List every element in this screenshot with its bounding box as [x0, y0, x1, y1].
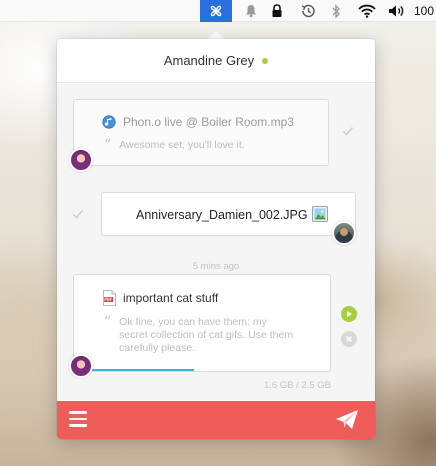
time-machine-icon[interactable] [298, 0, 318, 22]
message-note: “ Ok fine, you can have them: my secret … [104, 314, 294, 355]
play-icon [347, 311, 352, 317]
online-status-dot [262, 57, 269, 64]
transfer-size-label: 1.6 GB / 2.5 GB [263, 380, 331, 391]
message-note: “ Awesome set, you'll love it. [104, 137, 245, 153]
paper-plane-icon[interactable] [335, 409, 359, 431]
file-message-card[interactable]: Anniversary_Damien_002.JPG [101, 192, 356, 236]
chat-popover: Amandine Grey Phon.o live @ Boiler Room.… [57, 39, 375, 439]
pdf-file-icon [103, 290, 116, 306]
file-row: Anniversary_Damien_002.JPG [136, 208, 308, 222]
sender-avatar[interactable] [69, 148, 93, 172]
file-message-card[interactable]: important cat stuff “ Ok fine, you can h… [73, 274, 331, 372]
delivered-check-icon [342, 126, 354, 136]
message-text-line: Ok fine, you can have them: my [119, 316, 267, 328]
volume-icon[interactable] [386, 0, 408, 22]
lock-icon[interactable] [268, 0, 286, 22]
message-text-line: carefully please. [119, 342, 196, 354]
quote-icon: “ [104, 137, 112, 153]
message-text: Awesome set, you'll love it. [119, 139, 245, 151]
bell-icon[interactable] [242, 0, 260, 22]
contact-name[interactable]: Amandine Grey [164, 53, 254, 68]
message-timestamp: 5 mins ago [192, 261, 240, 272]
delivered-check-icon [72, 209, 84, 219]
popover-footer [57, 401, 375, 439]
audio-file-icon [102, 115, 116, 129]
quote-icon: “ [104, 314, 112, 330]
transfer-progress-bar [81, 369, 331, 371]
transfer-progress-fill [81, 369, 194, 371]
sender-avatar[interactable] [69, 354, 93, 378]
propeller-icon[interactable] [200, 0, 232, 22]
bluetooth-icon[interactable] [328, 0, 344, 22]
close-icon [345, 335, 353, 343]
message-text-line: secret collection of cat gifs. Use them [119, 329, 294, 341]
resume-transfer-button[interactable] [341, 306, 357, 322]
battery-percentage[interactable]: 100 [414, 0, 436, 22]
file-name[interactable]: important cat stuff [123, 291, 218, 305]
image-file-icon [312, 206, 328, 222]
file-name[interactable]: Anniversary_Damien_002.JPG [136, 208, 308, 222]
cancel-transfer-button[interactable] [341, 331, 357, 347]
file-message-card[interactable]: Phon.o live @ Boiler Room.mp3 “ Awesome … [73, 99, 329, 166]
file-row: Phon.o live @ Boiler Room.mp3 [102, 115, 294, 129]
hamburger-icon[interactable] [69, 411, 89, 429]
recipient-avatar[interactable] [332, 221, 356, 245]
conversation-header: Amandine Grey [57, 39, 375, 83]
wifi-icon[interactable] [356, 0, 378, 22]
file-row: important cat stuff [103, 290, 218, 306]
file-name[interactable]: Phon.o live @ Boiler Room.mp3 [123, 115, 294, 129]
message-list[interactable]: Phon.o live @ Boiler Room.mp3 “ Awesome … [57, 84, 375, 400]
menu-bar: 100 [0, 0, 436, 22]
